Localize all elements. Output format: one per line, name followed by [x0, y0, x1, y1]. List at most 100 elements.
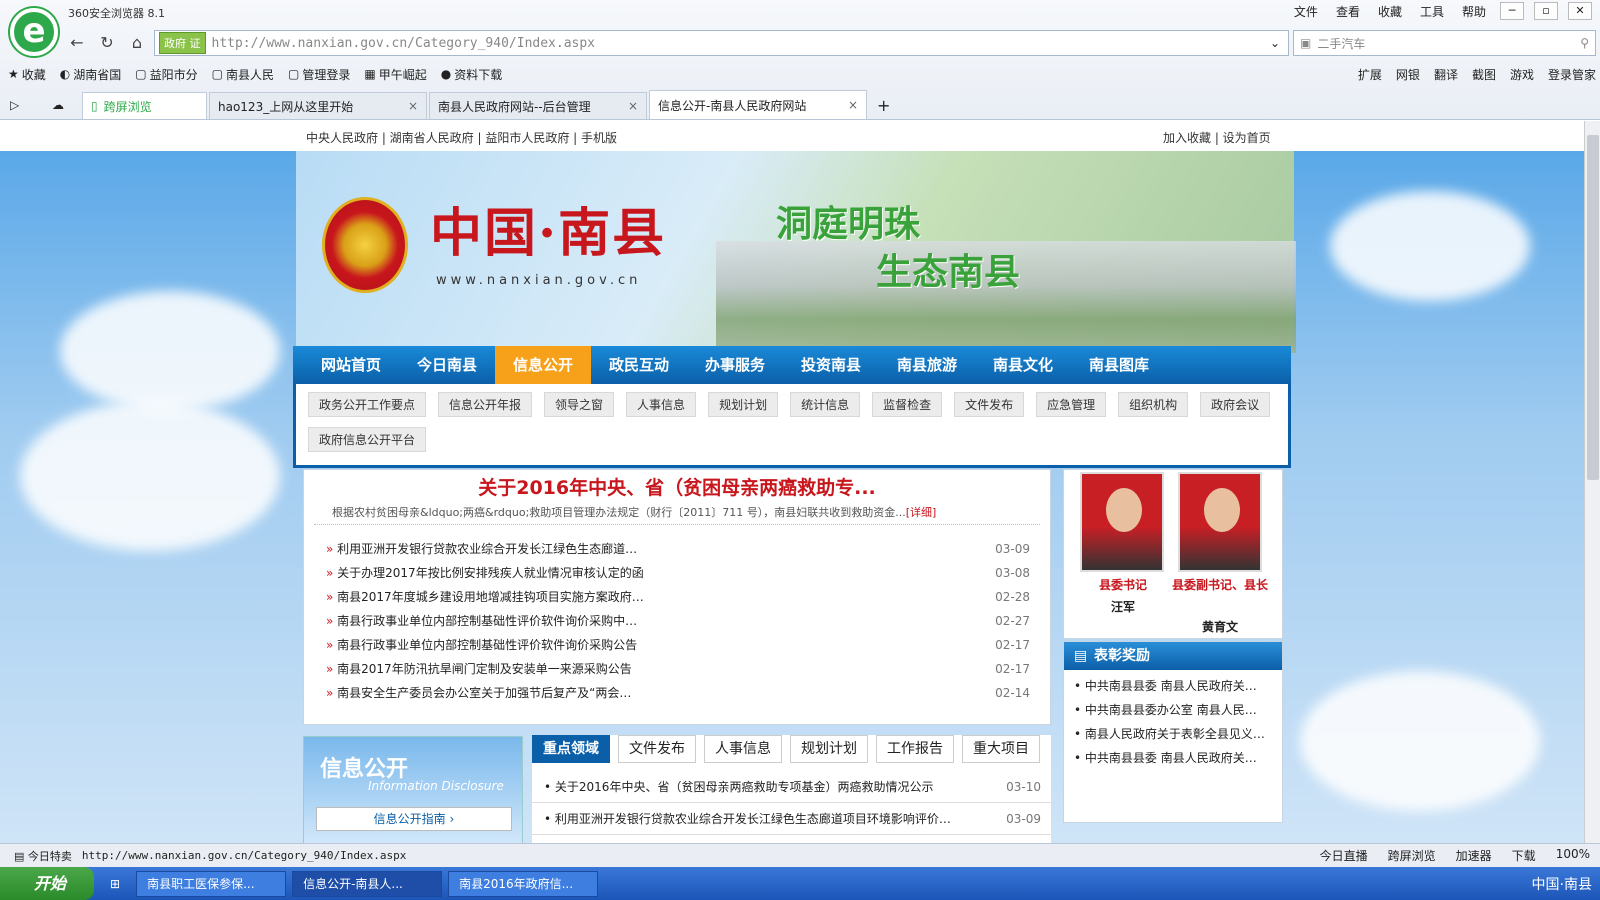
taskbar-item[interactable]: 信息公开-南县人...	[292, 870, 443, 897]
start-button[interactable]: 开始	[0, 867, 94, 900]
subnav-item[interactable]: 政务公开工作要点	[308, 392, 427, 417]
menu-view[interactable]: 查看	[1332, 3, 1364, 20]
news-title[interactable]: 关于办理2017年按比例安排残疾人就业情况审核认定的函	[326, 561, 644, 585]
list-item[interactable]: 关于办理2017年按比例安排残疾人就业情况审核认定的函 03-08	[304, 561, 1050, 585]
list-item[interactable]: 南县行政事业单位内部控制基础性评价软件询价采购中… 02-27	[304, 609, 1050, 633]
fav-jiawu[interactable]: ▦ 甲午崛起	[364, 66, 426, 83]
leader-photo[interactable]	[1080, 472, 1164, 572]
news-title[interactable]: 南县行政事业单位内部控制基础性评价软件询价采购公告	[326, 633, 637, 657]
address-bar[interactable]: 政府 证 http://www.nanxian.gov.cn/Category_…	[154, 30, 1289, 56]
tab-reports[interactable]: 工作报告	[876, 735, 954, 763]
today-sale-link[interactable]: ▤ 今日特卖	[14, 848, 72, 864]
subnav-item[interactable]: 统计信息	[790, 392, 861, 417]
close-tab-icon[interactable]: ×	[408, 99, 418, 113]
menu-file[interactable]: 文件	[1290, 3, 1322, 20]
browser-logo-icon[interactable]: e	[10, 8, 58, 56]
fav-hunan[interactable]: ◐ 湖南省国	[60, 66, 122, 83]
list-item[interactable]: 南县安全生产委员会办公室关于加强节后复产及“两会… 02-14	[304, 681, 1050, 705]
search-input[interactable]: ▣ 二手汽车 ⚲	[1293, 30, 1596, 56]
nav-invest[interactable]: 投资南县	[783, 346, 879, 384]
subnav-item[interactable]: 规划计划	[708, 392, 779, 417]
tab-key-areas[interactable]: 重点领域	[532, 735, 610, 763]
news-title[interactable]: 南县2017年度城乡建设用地增减挂钩项目实施方案政府…	[326, 585, 644, 609]
subnav-item[interactable]: 组织机构	[1118, 392, 1189, 417]
list-item[interactable]: 南县人民政府关于表彰全县见义…	[1064, 722, 1282, 746]
fav-collect[interactable]: ★ 收藏	[8, 66, 46, 83]
fav-nanxian[interactable]: ▢ 南县人民	[212, 66, 274, 83]
url-text[interactable]: http://www.nanxian.gov.cn/Category_940/I…	[212, 36, 1262, 51]
cloud-icon[interactable]: ☁	[52, 92, 80, 119]
tab-cross-screen[interactable]: ▯ 跨屏浏览	[82, 92, 207, 119]
tab-documents[interactable]: 文件发布	[618, 735, 696, 763]
home-icon[interactable]: ⌂	[124, 30, 150, 56]
subnav-item[interactable]: 政府信息公开平台	[308, 427, 427, 452]
item-title[interactable]: 利用亚洲开发银行贷款农业综合开发长江绿色生态廊道项目环境影响评价…	[544, 803, 951, 834]
bank-button[interactable]: 网银	[1396, 66, 1420, 83]
subnav-item[interactable]: 信息公开年报	[438, 392, 533, 417]
subnav-item[interactable]: 文件发布	[954, 392, 1025, 417]
tab-planning[interactable]: 规划计划	[790, 735, 868, 763]
subnav-item[interactable]: 领导之窗	[544, 392, 615, 417]
vertical-scrollbar[interactable]	[1584, 121, 1600, 843]
back-icon[interactable]: ←	[64, 30, 90, 56]
tab-admin[interactable]: 南县人民政府网站--后台管理 ×	[429, 92, 647, 119]
ext-button[interactable]: 扩展	[1358, 66, 1382, 83]
fav-yiyang[interactable]: ▢ 益阳市分	[135, 66, 197, 83]
info-disclosure-box[interactable]: 信息公开 Information Disclosure 信息公开指南 ›	[303, 736, 523, 843]
bookmark-links[interactable]: 加入收藏 | 设为首页	[1163, 129, 1271, 146]
subnav-item[interactable]: 应急管理	[1036, 392, 1107, 417]
close-tab-icon[interactable]: ×	[848, 98, 858, 112]
fav-admin-login[interactable]: ▢ 管理登录	[288, 66, 350, 83]
login-manager-button[interactable]: 登录管家	[1548, 66, 1596, 83]
headline-link[interactable]: 关于2016年中央、省（贫困母亲两癌救助专...	[304, 473, 1050, 500]
menu-tools[interactable]: 工具	[1416, 3, 1448, 20]
search-engine-icon[interactable]: ▣	[1300, 36, 1311, 50]
nav-interaction[interactable]: 政民互动	[591, 346, 687, 384]
close-tab-icon[interactable]: ×	[628, 99, 638, 113]
cross-screen-button[interactable]: 跨屏浏览	[1388, 847, 1436, 864]
info-guide-button[interactable]: 信息公开指南 ›	[316, 807, 512, 831]
subnav-item[interactable]: 监督检查	[872, 392, 943, 417]
leader-name[interactable]: 汪军	[1068, 598, 1178, 615]
tab-personnel[interactable]: 人事信息	[704, 735, 782, 763]
tab-major-projects[interactable]: 重大项目	[962, 735, 1040, 763]
gov-links[interactable]: 中央人民政府 | 湖南省人民政府 | 益阳市人民政府 | 手机版	[306, 129, 617, 146]
nav-info-disclosure[interactable]: 信息公开	[495, 346, 591, 384]
list-item[interactable]: 南县2017年度城乡建设用地增减挂钩项目实施方案政府… 02-28	[304, 585, 1050, 609]
menu-favorites[interactable]: 收藏	[1374, 3, 1406, 20]
nav-today[interactable]: 今日南县	[399, 346, 495, 384]
leader-photo[interactable]	[1178, 472, 1262, 572]
nav-tourism[interactable]: 南县旅游	[879, 346, 975, 384]
nav-services[interactable]: 办事服务	[687, 346, 783, 384]
search-icon[interactable]: ⚲	[1580, 36, 1589, 50]
new-tab-icon[interactable]: +	[869, 92, 898, 119]
gov-cert-badge[interactable]: 政府 证	[159, 32, 206, 54]
item-title[interactable]: 关于2016年中央、省（贫困母亲两癌救助专项基金）两癌救助情况公示	[544, 771, 934, 802]
news-title[interactable]: 南县安全生产委员会办公室关于加强节后复产及“两会…	[326, 681, 631, 705]
nav-culture[interactable]: 南县文化	[975, 346, 1071, 384]
news-title[interactable]: 南县2017年防汛抗旱闸门定制及安装单一来源采购公告	[326, 657, 632, 681]
taskbar-item[interactable]: 南县2016年政府信...	[448, 870, 599, 897]
taskbar-item[interactable]: 南县职工医保参保...	[136, 870, 287, 897]
tab-hao123[interactable]: hao123_上网从这里开始 ×	[209, 92, 427, 119]
search-text[interactable]: 二手汽车	[1317, 35, 1574, 52]
list-item[interactable]: 中共南县县委办公室 南县人民…	[1064, 698, 1282, 722]
minimize-icon[interactable]: ─	[1500, 2, 1524, 20]
translate-button[interactable]: 翻译	[1434, 66, 1458, 83]
fav-downloads[interactable]: ● 资料下载	[441, 66, 503, 83]
live-button[interactable]: 今日直播	[1320, 847, 1368, 864]
nav-gallery[interactable]: 南县图库	[1071, 346, 1167, 384]
subnav-item[interactable]: 人事信息	[626, 392, 697, 417]
more-link[interactable]: [详细]	[906, 506, 937, 519]
games-button[interactable]: 游戏	[1510, 66, 1534, 83]
subnav-item[interactable]: 政府会议	[1200, 392, 1271, 417]
accelerator-button[interactable]: 加速器	[1456, 847, 1492, 864]
zoom-level[interactable]: 100%	[1556, 847, 1590, 864]
list-item[interactable]: 利用亚洲开发银行贷款农业综合开发长江绿色生态廊道… 03-09	[304, 537, 1050, 561]
close-icon[interactable]: ✕	[1568, 2, 1592, 20]
maximize-icon[interactable]: ▫	[1534, 2, 1558, 20]
tab-info-disclosure[interactable]: 信息公开-南县人民政府网站 ×	[649, 90, 867, 119]
nav-home[interactable]: 网站首页	[303, 346, 399, 384]
menu-help[interactable]: 帮助	[1458, 3, 1490, 20]
list-item[interactable]: 南县行政事业单位内部控制基础性评价软件询价采购公告 02-17	[304, 633, 1050, 657]
